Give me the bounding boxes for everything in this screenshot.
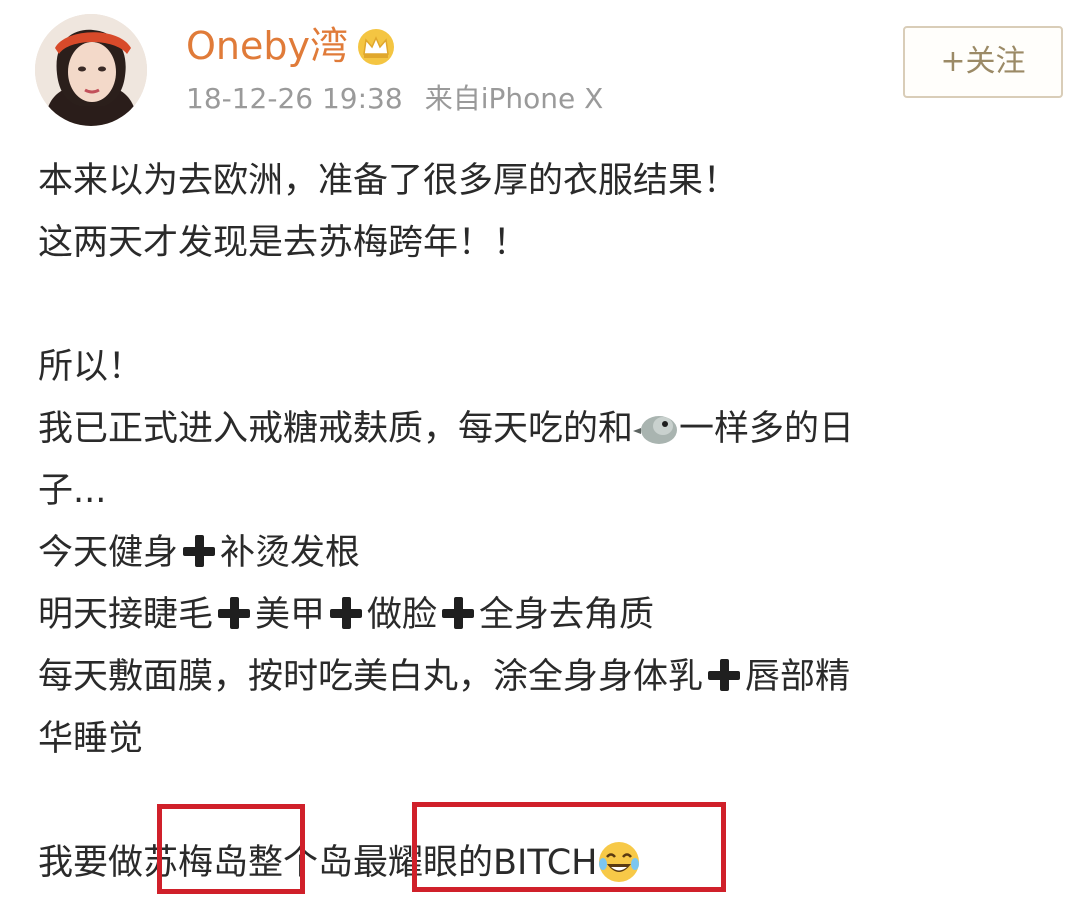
highlight-box: [412, 802, 726, 892]
plus-icon: [182, 534, 216, 568]
username[interactable]: Oneby湾: [186, 22, 348, 70]
bird-icon: [633, 416, 678, 444]
text-segment: 明天接睫毛: [38, 595, 214, 635]
plus-icon: [329, 596, 363, 630]
text-segment: 一样多的日: [679, 409, 855, 449]
text-segment: 唇部精: [745, 657, 851, 697]
weibo-post: Oneby湾 18-12-26 19:38 来自iPhone X +关注 本来以为…: [0, 0, 1088, 922]
text-line: 所以！: [38, 347, 144, 387]
text-line: 每天敷面膜，按时吃美白丸，涂全身身体乳 唇部精: [38, 646, 1068, 708]
text-line: 今天健身 补烫发根: [38, 522, 1068, 584]
follow-button[interactable]: +关注: [903, 26, 1063, 98]
post-content: 本来以为去欧洲，准备了很多厚的衣服结果！ 这两天才发现是去苏梅跨年！！ 所以！ …: [38, 150, 1068, 894]
text-segment: 做脸: [367, 595, 438, 635]
text-line: 本来以为去欧洲，准备了很多厚的衣服结果！: [38, 161, 739, 201]
text-line: 子...: [38, 471, 107, 511]
text-segment: 美甲: [255, 595, 326, 635]
text-line: 这两天才发现是去苏梅跨年！！: [38, 223, 529, 263]
plus-icon: [217, 596, 251, 630]
plus-icon: [707, 658, 741, 692]
text-segment: 补烫发根: [220, 533, 361, 573]
text-line: 明天接睫毛 美甲 做脸 全身去角质: [38, 584, 1068, 646]
plus-icon: [441, 596, 475, 630]
text-segment: 我已正式进入戒糖戒麸质，每天吃的和: [38, 409, 634, 449]
crown-icon: [358, 29, 394, 65]
post-meta: 18-12-26 19:38 来自iPhone X: [186, 80, 603, 118]
post-source[interactable]: 来自iPhone X: [425, 82, 604, 115]
text-segment: 今天健身: [38, 533, 179, 573]
text-segment: 全身去角质: [479, 595, 655, 635]
highlight-box: [157, 804, 305, 894]
text-line: 我已正式进入戒糖戒麸质，每天吃的和 一样多的日: [38, 398, 1068, 460]
avatar-image: [35, 14, 147, 126]
avatar[interactable]: [35, 14, 147, 126]
post-timestamp: 18-12-26 19:38: [186, 82, 403, 115]
text-segment: 每天敷面膜，按时吃美白丸，涂全身身体乳: [38, 657, 704, 697]
text-segment: 我要做: [38, 843, 144, 883]
text-line: 华睡觉: [38, 719, 144, 759]
